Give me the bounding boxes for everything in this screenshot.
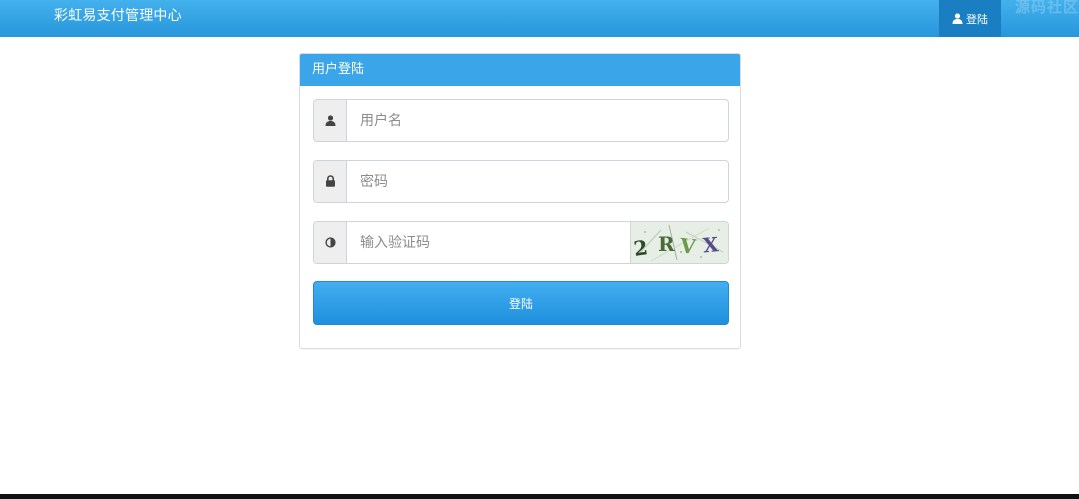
password-group (313, 160, 729, 203)
captcha-char-2: R (658, 232, 675, 256)
captcha-char-4: X (702, 232, 720, 257)
watermark-text: 源码社区 (1015, 0, 1079, 16)
captcha-addon (314, 222, 347, 263)
page: 彩虹易支付管理中心 登陆 源码社区 用户登陆 用户名 输入验证码 2 R V X… (0, 0, 1079, 499)
password-addon (314, 161, 347, 202)
nav-login-link[interactable]: 登陆 (939, 0, 1001, 37)
contrast-icon (324, 233, 336, 252)
bottom-edge-bar (0, 494, 1079, 499)
nav-login-label: 登陆 (966, 12, 988, 26)
captcha-group: 2 R V X (313, 221, 729, 264)
panel-title: 用户登陆 (300, 54, 740, 86)
login-submit-button[interactable]: 登陆 (313, 281, 729, 325)
captcha-input[interactable] (347, 222, 630, 263)
captcha-char-3: V (678, 233, 697, 259)
username-addon (314, 100, 347, 141)
username-group (313, 99, 729, 142)
top-navbar: 彩虹易支付管理中心 登陆 源码社区 (0, 0, 1079, 37)
username-input[interactable] (347, 100, 728, 141)
captcha-image[interactable]: 2 R V X (630, 222, 728, 263)
lock-icon (325, 172, 336, 191)
user-icon (325, 111, 336, 130)
login-panel: 用户登陆 用户名 输入验证码 2 R V X 登陆 (299, 53, 741, 349)
brand-title[interactable]: 彩虹易支付管理中心 (54, 7, 182, 25)
user-icon (952, 13, 963, 24)
password-input[interactable] (347, 161, 728, 202)
